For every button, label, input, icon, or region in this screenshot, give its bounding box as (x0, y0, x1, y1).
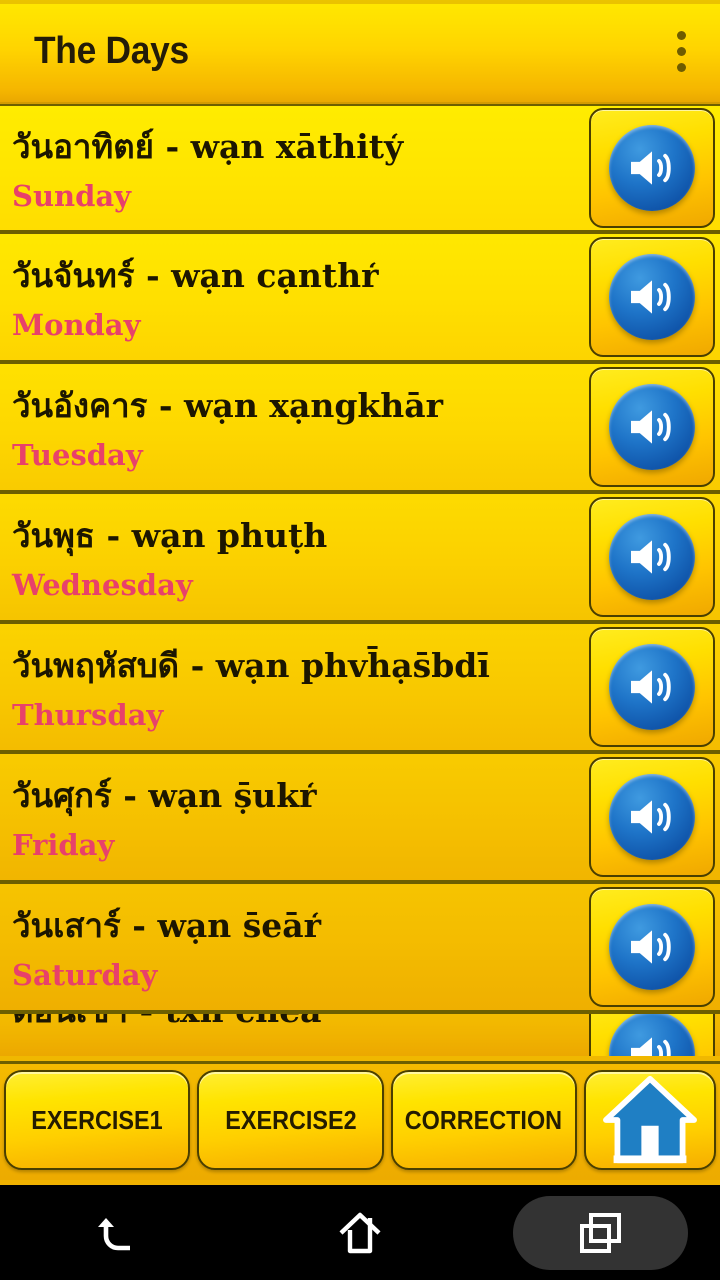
nav-home-button[interactable] (273, 1196, 448, 1270)
speaker-icon (609, 904, 695, 990)
row-text-block: ตอนเช้า - txn chêā (12, 1014, 588, 1056)
system-navigation-bar (0, 1180, 720, 1280)
row-english-text: Friday (12, 827, 115, 862)
row-english-text: Sunday (12, 178, 132, 213)
row-text-block: วันจันทร์ - wạn cạnthr̒ Monday (12, 234, 588, 360)
list-item[interactable]: ตอนเช้า - txn chêā (0, 1014, 720, 1056)
play-audio-button[interactable] (589, 757, 715, 877)
speaker-icon (609, 125, 695, 211)
dot-2 (676, 46, 686, 56)
bottom-button-bar: EXERCISE1 EXERCISE2 CORRECTION (0, 1061, 720, 1180)
home-button[interactable] (583, 1070, 716, 1170)
app-header: The Days (0, 0, 720, 104)
days-list-container[interactable]: วันอาทิตย์ - wạn xāthity̒ Sunday วันจันท… (0, 104, 720, 1061)
home-outline-icon (339, 1212, 381, 1253)
play-audio-button[interactable] (589, 627, 715, 747)
row-native-text: ตอนเช้า - txn chêā (12, 1014, 588, 1031)
list-item[interactable]: วันจันทร์ - wạn cạnthr̒ Monday (0, 234, 720, 364)
row-native-text: วันจันทร์ - wạn cạnthr̒ (12, 255, 379, 295)
row-text-block: วันอาทิตย์ - wạn xāthity̒ Sunday (12, 106, 588, 230)
list-item[interactable]: วันพฤหัสบดี - wạn phvh̄ạs̄bdī Thursday (0, 624, 720, 754)
nav-recents-button[interactable] (512, 1195, 688, 1270)
play-audio-button[interactable] (589, 497, 715, 617)
speaker-icon (609, 384, 695, 470)
speaker-icon (609, 774, 695, 860)
dot-1 (676, 30, 686, 40)
row-text-block: วันพุธ - wạn phuṭh Wednesday (12, 494, 588, 620)
row-native-text: วันพฤหัสบดี - wạn phvh̄ạs̄bdī (12, 645, 490, 685)
speaker-icon (609, 254, 695, 340)
row-native-text: วันศุกร์ - wạn ṣ̄ukr̒ (12, 775, 317, 815)
list-item[interactable]: วันศุกร์ - wạn ṣ̄ukr̒ Friday (0, 754, 720, 884)
app-root: The Days วันอาทิตย์ - wạn xāthity̒ Sunda… (0, 0, 720, 1280)
row-native-text: วันพุธ - wạn phuṭh (12, 515, 328, 555)
list-item[interactable]: วันอาทิตย์ - wạn xāthity̒ Sunday (0, 104, 720, 234)
correction-label: CORRECTION (405, 1104, 563, 1135)
speaker-icon (609, 644, 695, 730)
row-english-text: Monday (12, 307, 141, 342)
row-text-block: วันศุกร์ - wạn ṣ̄ukr̒ Friday (12, 754, 588, 880)
speaker-cell (588, 884, 720, 1010)
speaker-icon (609, 514, 695, 600)
speaker-cell (588, 624, 720, 750)
overflow-menu-icon[interactable] (660, 21, 702, 81)
speaker-cell (588, 234, 720, 360)
speaker-cell (588, 494, 720, 620)
list-item[interactable]: วันพุธ - wạn phuṭh Wednesday (0, 494, 720, 624)
play-audio-button[interactable] (589, 1014, 715, 1056)
exercise1-label: EXERCISE1 (31, 1104, 163, 1135)
row-text-block: วันพฤหัสบดี - wạn phvh̄ạs̄bdī Thursday (12, 624, 588, 750)
row-english-text: Saturday (12, 957, 158, 992)
back-arrow-icon (98, 1217, 130, 1250)
exercise2-label: EXERCISE2 (224, 1104, 357, 1135)
nav-back-button[interactable] (33, 1196, 208, 1270)
recent-apps-icon (580, 1212, 621, 1253)
speaker-cell (588, 364, 720, 490)
list-item[interactable]: วันเสาร์ - wạn s̄eār̒ Saturday (0, 884, 720, 1014)
correction-button[interactable]: CORRECTION (390, 1070, 577, 1170)
row-text-block: วันเสาร์ - wạn s̄eār̒ Saturday (12, 884, 588, 1010)
play-audio-button[interactable] (589, 887, 715, 1007)
dot-3 (676, 62, 686, 72)
speaker-icon (609, 1014, 695, 1056)
row-native-text: วันอังคาร - wạn xạngkhār (12, 385, 444, 425)
play-audio-button[interactable] (589, 367, 715, 487)
play-audio-button[interactable] (589, 108, 715, 228)
list-item[interactable]: วันอังคาร - wạn xạngkhār Tuesday (0, 364, 720, 494)
row-native-text: วันเสาร์ - wạn s̄eār̒ (12, 905, 322, 945)
exercise1-button[interactable]: EXERCISE1 (4, 1070, 191, 1170)
row-english-text: Thursday (12, 697, 164, 732)
house-icon (603, 1075, 697, 1164)
row-native-text: วันอาทิตย์ - wạn xāthity̒ (12, 126, 404, 166)
row-english-text: Tuesday (12, 437, 143, 472)
days-list: วันอาทิตย์ - wạn xāthity̒ Sunday วันจันท… (0, 104, 720, 1061)
speaker-cell (588, 106, 720, 230)
row-text-block: วันอังคาร - wạn xạngkhār Tuesday (12, 364, 588, 490)
play-audio-button[interactable] (589, 237, 715, 357)
speaker-cell (588, 1014, 720, 1056)
page-title: The Days (34, 29, 189, 72)
speaker-cell (588, 754, 720, 880)
row-english-text: Wednesday (12, 567, 193, 602)
exercise2-button[interactable]: EXERCISE2 (197, 1070, 384, 1170)
